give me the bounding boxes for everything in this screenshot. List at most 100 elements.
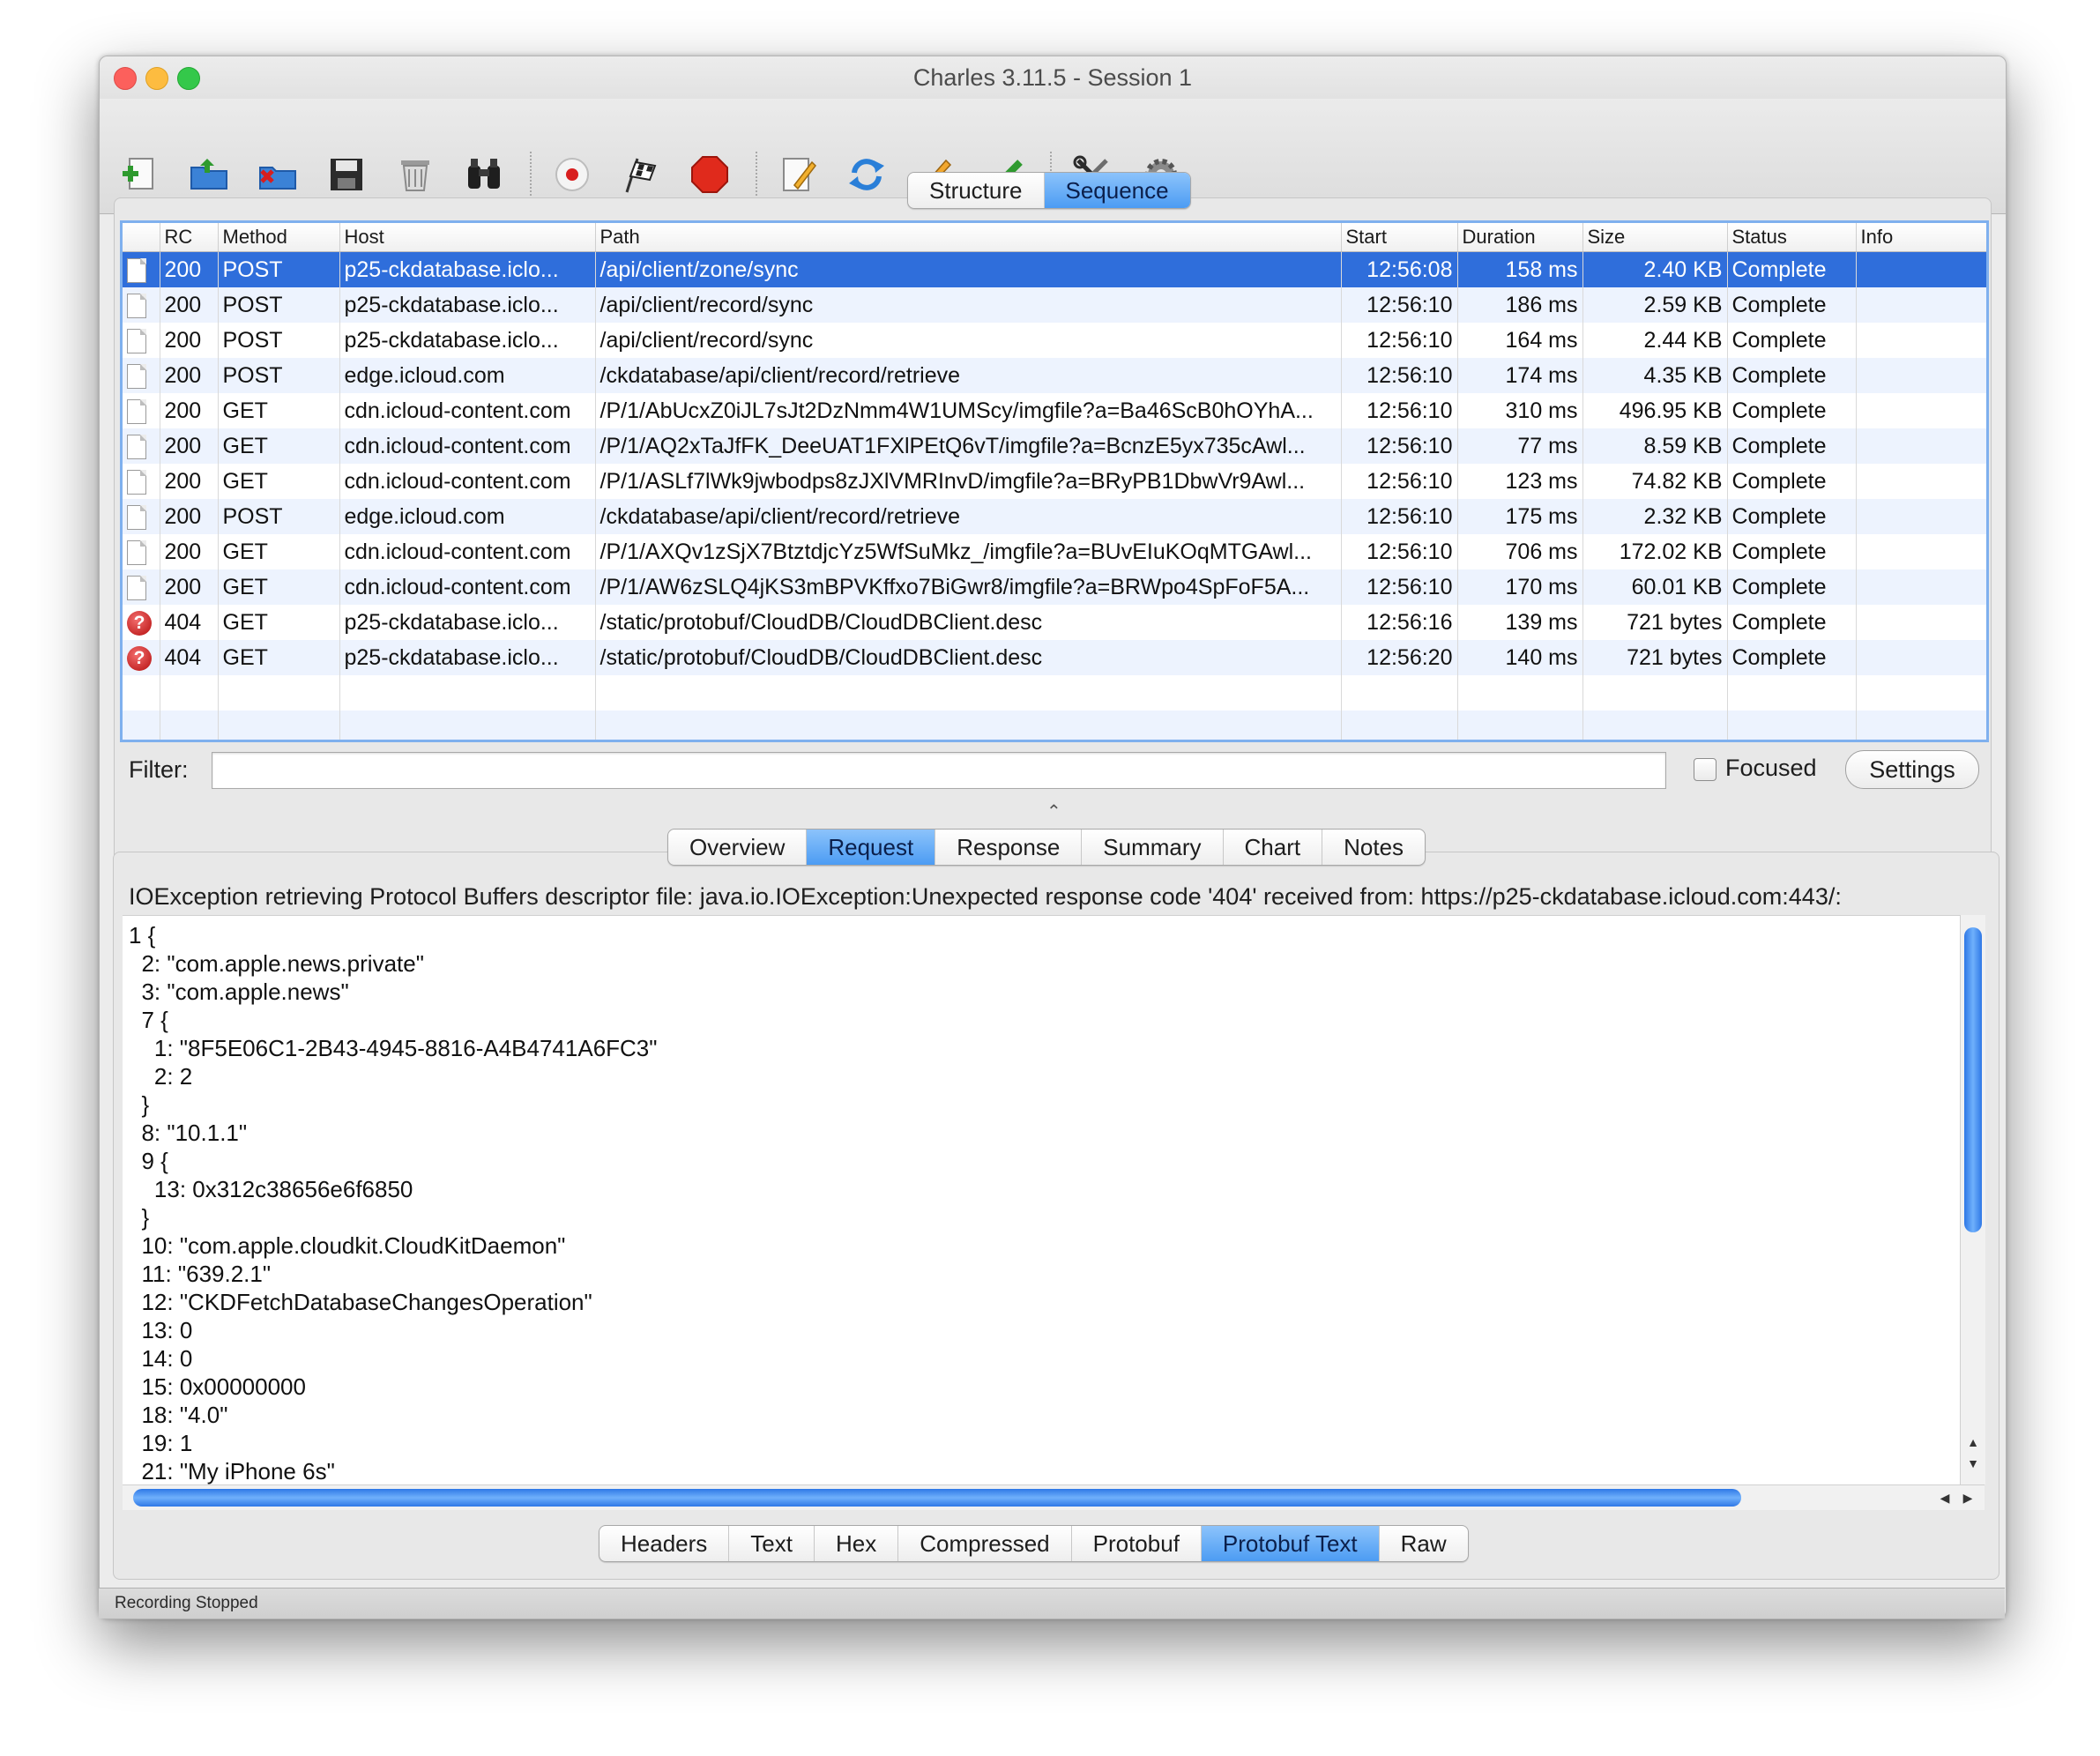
protobuf-line: 2: "com.apple.news.private" (129, 950, 424, 977)
cell-path: /api/client/record/sync (595, 323, 1342, 358)
column-header[interactable]: RC (160, 223, 219, 252)
document-icon (127, 469, 146, 495)
cell-host: cdn.icloud-content.com (339, 428, 596, 464)
column-header[interactable] (123, 223, 160, 252)
cell-start: 12:56:08 (1341, 251, 1458, 287)
stop-icon[interactable] (685, 150, 734, 199)
table-row[interactable]: 200 POST p25-ckdatabase.iclo.../api/client… (123, 251, 1986, 287)
tab-hex[interactable]: Hex (815, 1526, 899, 1561)
tab-raw[interactable]: Raw (1380, 1526, 1468, 1561)
tab-summary[interactable]: Summary (1082, 830, 1224, 865)
column-header[interactable]: Method (218, 223, 340, 252)
record-icon[interactable] (547, 150, 597, 199)
horizontal-scrollbar[interactable]: ◀ ▶ (123, 1484, 1985, 1510)
tab-response[interactable]: Response (935, 830, 1083, 865)
splitter-handle-icon[interactable]: ⌃ (1046, 800, 1061, 822)
column-header[interactable]: Start (1341, 223, 1458, 252)
document-icon (127, 328, 146, 353)
cell-method: GET (218, 428, 340, 464)
zoom-window-button[interactable] (177, 67, 200, 90)
column-header[interactable]: Host (339, 223, 596, 252)
tab-headers[interactable]: Headers (599, 1526, 730, 1561)
cell-method: GET (218, 393, 340, 428)
cell-host: cdn.icloud-content.com (339, 569, 596, 605)
empty-cell (1856, 711, 1986, 740)
tab-sequence[interactable]: Sequence (1044, 173, 1190, 208)
focused-label: Focused (1725, 755, 1817, 781)
scroll-up-arrow-icon[interactable]: ▲ (1964, 1435, 1982, 1455)
cell-host: cdn.icloud-content.com (339, 393, 596, 428)
cell-host: cdn.icloud-content.com (339, 464, 596, 499)
table-row[interactable]: 200 POST edge.icloud.com/ckdatabase/api/cl… (123, 499, 1986, 534)
compose-icon[interactable] (773, 150, 823, 199)
scroll-left-arrow-icon[interactable]: ◀ (1935, 1487, 1955, 1508)
table-row[interactable]: 200 GET cdn.icloud-content.com/P/1/AW6zSLQ… (123, 569, 1986, 605)
tab-structure[interactable]: Structure (908, 173, 1045, 208)
cell-start: 12:56:10 (1341, 358, 1458, 393)
tab-text[interactable]: Text (729, 1526, 815, 1561)
row-icon-cell (123, 323, 160, 358)
settings-button[interactable]: Settings (1845, 750, 1979, 789)
tab-protobuf-text[interactable]: Protobuf Text (1201, 1526, 1380, 1561)
horizontal-scroll-thumb[interactable] (133, 1489, 1741, 1507)
column-header[interactable]: Duration (1457, 223, 1583, 252)
protobuf-text-view[interactable]: 1 { 2: "com.apple.news.private" 3: "com.… (123, 915, 1960, 1485)
scroll-right-arrow-icon[interactable]: ▶ (1958, 1487, 1977, 1508)
table-row[interactable]: 200 GET cdn.icloud-content.com/P/1/AXQv1zS… (123, 534, 1986, 569)
cell-method: GET (218, 464, 340, 499)
trash-icon[interactable] (391, 150, 440, 199)
protobuf-line: 12: "CKDFetchDatabaseChangesOperation" (129, 1289, 592, 1315)
table-row[interactable]: ? 404 GET p25-ckdatabase.iclo.../static/pro… (123, 640, 1986, 675)
close-session-icon[interactable] (253, 150, 302, 199)
protobuf-line: 8: "10.1.1" (129, 1120, 248, 1146)
cell-start: 12:56:10 (1341, 569, 1458, 605)
cell-method: GET (218, 534, 340, 569)
filter-input[interactable] (212, 752, 1666, 789)
empty-cell (1727, 675, 1857, 711)
table-row[interactable]: 200 POST p25-ckdatabase.iclo.../api/client… (123, 287, 1986, 323)
cell-host: p25-ckdatabase.iclo... (339, 251, 596, 287)
tab-protobuf[interactable]: Protobuf (1072, 1526, 1202, 1561)
cell-method: POST (218, 358, 340, 393)
cell-host: p25-ckdatabase.iclo... (339, 640, 596, 675)
column-header[interactable]: Size (1582, 223, 1728, 252)
new-session-icon[interactable] (115, 150, 165, 199)
row-icon-cell (123, 428, 160, 464)
empty-cell (339, 711, 596, 740)
cell-info (1856, 251, 1986, 287)
empty-cell (160, 711, 219, 740)
table-row[interactable]: 200 GET cdn.icloud-content.com/P/1/AbUcxZ0… (123, 393, 1986, 428)
table-row[interactable]: 200 GET cdn.icloud-content.com/P/1/ASLf7lW… (123, 464, 1986, 499)
document-icon (127, 363, 146, 389)
tab-overview[interactable]: Overview (668, 830, 808, 865)
open-folder-icon[interactable] (184, 150, 234, 199)
table-row[interactable]: 200 GET cdn.icloud-content.com/P/1/AQ2xTaJ… (123, 428, 1986, 464)
vertical-scroll-thumb[interactable] (1964, 927, 1982, 1232)
tab-notes[interactable]: Notes (1322, 830, 1425, 865)
tab-chart[interactable]: Chart (1224, 830, 1323, 865)
protobuf-line: 18: "4.0" (129, 1402, 228, 1428)
minimize-window-button[interactable] (145, 67, 168, 90)
throttle-flag-icon[interactable] (616, 150, 666, 199)
focused-checkbox[interactable] (1694, 758, 1716, 781)
scroll-down-arrow-icon[interactable]: ▼ (1964, 1456, 1982, 1476)
column-header[interactable]: Path (595, 223, 1342, 252)
table-row[interactable]: ? 404 GET p25-ckdatabase.iclo.../static/pro… (123, 605, 1986, 640)
cell-rc: 200 (160, 287, 219, 323)
table-row[interactable]: 200 POST p25-ckdatabase.iclo.../api/client… (123, 323, 1986, 358)
column-header[interactable]: Status (1727, 223, 1857, 252)
close-window-button[interactable] (114, 67, 137, 90)
column-header[interactable]: Info (1856, 223, 1986, 252)
document-icon (127, 575, 146, 600)
save-icon[interactable] (322, 150, 371, 199)
find-binoculars-icon[interactable] (459, 150, 509, 199)
empty-cell (1582, 675, 1728, 711)
repeat-icon[interactable] (842, 150, 891, 199)
row-icon-cell (123, 534, 160, 569)
cell-method: POST (218, 251, 340, 287)
table-row[interactable]: 200 POST edge.icloud.com/ckdatabase/api/cl… (123, 358, 1986, 393)
tab-compressed[interactable]: Compressed (898, 1526, 1072, 1561)
tab-request[interactable]: Request (807, 830, 936, 865)
vertical-scrollbar[interactable]: ▲ ▼ (1960, 915, 1985, 1484)
cell-status: Complete (1727, 534, 1857, 569)
